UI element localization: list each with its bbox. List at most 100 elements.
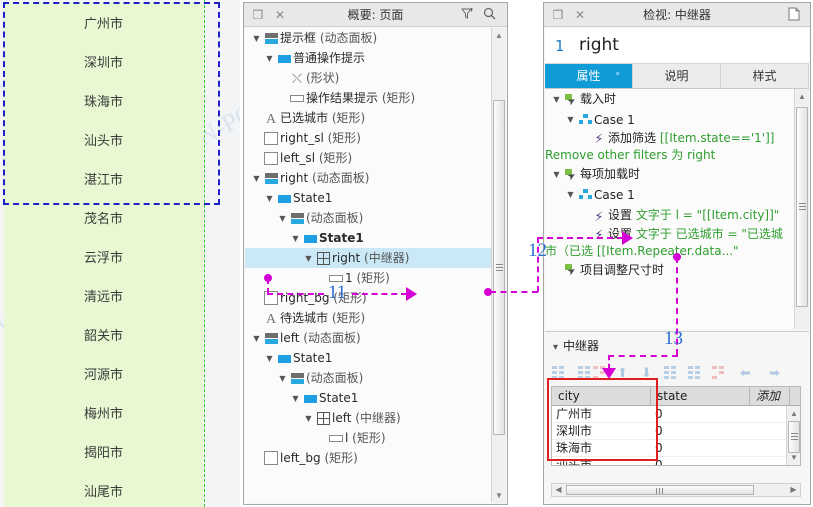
scroll-up-arrow[interactable]: ▲: [795, 89, 809, 104]
insert-row-icon[interactable]: [687, 365, 702, 380]
outline-tree-node[interactable]: ▼ State1: [245, 188, 492, 208]
inspector-panel[interactable]: ❒ ✕ 检视: 中继器 1 right 属性 * 说明 样式 ▼ 载入时 ▼ Case 1 ⚡…: [543, 2, 811, 505]
outline-tree-node[interactable]: ▼ State1: [245, 228, 492, 248]
expand-triangle-icon[interactable]: ▼: [290, 389, 301, 409]
expand-triangle-icon[interactable]: ▼: [303, 249, 314, 269]
city-item[interactable]: 韶关市: [4, 326, 203, 348]
outline-tree-node[interactable]: left_bg (矩形): [245, 448, 492, 468]
inspector-scroll-thumb[interactable]: [796, 107, 808, 307]
outline-tree-node[interactable]: ▼ 提示框 (动态面板): [245, 28, 492, 48]
outline-tree-node[interactable]: 操作结果提示 (矩形): [245, 88, 492, 108]
chevron-down-icon[interactable]: ▾: [553, 342, 558, 353]
tab-properties[interactable]: 属性 *: [545, 64, 633, 88]
inspector-tabs[interactable]: 属性 * 说明 样式: [545, 64, 809, 89]
filter-icon[interactable]: [459, 7, 475, 23]
repeater-table-row[interactable]: 深圳市 0: [552, 423, 800, 440]
interaction-node[interactable]: ▼ 载入时: [545, 89, 794, 110]
outline-tree[interactable]: ▼ 提示框 (动态面板) ▼ 普通操作提示 ⛌ (形状) 操作结果提示 (矩形) A 已选城市…: [245, 28, 492, 503]
repeater-column-header[interactable]: 添加: [750, 387, 790, 405]
outline-panel[interactable]: ❒ ✕ 概要: 页面 ▼ 提示框 (动态面板) ▼ 普通操作提示 ⛌ (形状) 操作结果提…: [243, 2, 508, 505]
hscroll-thumb[interactable]: [566, 485, 754, 495]
search-icon[interactable]: [481, 7, 497, 23]
repeater-toolbar[interactable]: ⬆ ⬇ ⬅ ➡: [551, 365, 803, 383]
expand-triangle-icon[interactable]: ▼: [290, 229, 301, 249]
outline-tree-node[interactable]: 1 (矩形): [245, 268, 492, 288]
repeater-column-header[interactable]: state: [651, 387, 750, 405]
expand-triangle-icon[interactable]: ▼: [251, 29, 262, 49]
cell-add[interactable]: [750, 406, 790, 422]
outline-tree-node[interactable]: ▼ 普通操作提示: [245, 48, 492, 68]
expand-triangle-icon[interactable]: ▼: [264, 49, 275, 69]
expand-triangle-icon[interactable]: ▼: [277, 209, 288, 229]
repeater-data-table[interactable]: city state 添加 广州市 0 深圳市 0 珠海市 0 汕头市 0 ▲ ▼: [551, 386, 801, 466]
repeater-section-title[interactable]: ▾ 中继器: [553, 337, 599, 354]
expand-triangle-icon[interactable]: ▼: [277, 369, 288, 389]
expand-triangle-icon[interactable]: ▼: [303, 409, 314, 429]
cell-add[interactable]: [750, 423, 790, 439]
delete-row-icon[interactable]: [711, 365, 726, 380]
cell-state[interactable]: 0: [651, 440, 750, 456]
outline-tree-node[interactable]: A 待选城市 (矩形): [245, 308, 492, 328]
outline-tree-node[interactable]: ▼ (动态面板): [245, 208, 492, 228]
outline-tree-node[interactable]: ▼ (动态面板): [245, 368, 492, 388]
city-item[interactable]: 梅州市: [4, 404, 203, 426]
interactions-tree[interactable]: ▼ 载入时 ▼ Case 1 ⚡ 添加筛选 [[Item.state=='1']] Rem…: [545, 89, 794, 329]
cell-state[interactable]: 0: [651, 406, 750, 422]
interaction-node[interactable]: ⚡ 设置 文字于 l = "[[Item.city]]": [545, 205, 794, 226]
cell-city[interactable]: 广州市: [552, 406, 651, 422]
outline-tree-node[interactable]: ▼ right (中继器): [245, 248, 492, 268]
outline-tree-node[interactable]: ▼ State1: [245, 348, 492, 368]
outline-tree-node[interactable]: ▼ right (动态面板): [245, 168, 492, 188]
repeater-scroll-thumb[interactable]: [788, 421, 800, 453]
interaction-node[interactable]: 项目调整尺寸时: [545, 260, 794, 281]
expand-triangle-icon[interactable]: ▼: [565, 110, 576, 130]
interaction-node[interactable]: ⚡ 添加筛选 [[Item.state=='1']] Remove other f…: [545, 130, 794, 164]
delete-column-x-icon[interactable]: [592, 365, 607, 380]
cell-city[interactable]: 珠海市: [552, 440, 651, 456]
cell-add[interactable]: [750, 440, 790, 456]
outline-tree-node[interactable]: ⛌ (形状): [245, 68, 492, 88]
inspector-vertical-scrollbar[interactable]: ▲: [794, 89, 809, 329]
expand-triangle-icon[interactable]: ▼: [251, 329, 262, 349]
tab-notes[interactable]: 说明: [633, 64, 721, 88]
delete-column-icon[interactable]: [577, 365, 592, 380]
city-item[interactable]: 河源市: [4, 365, 203, 387]
city-item[interactable]: 茂名市: [4, 209, 203, 231]
move-left-icon[interactable]: ⬅: [738, 365, 753, 380]
cell-add[interactable]: [750, 457, 790, 465]
interaction-node[interactable]: ▼ Case 1: [545, 185, 794, 206]
expand-triangle-icon[interactable]: ▼: [551, 165, 562, 185]
cell-city[interactable]: 汕头市: [552, 457, 651, 465]
scroll-up-arrow[interactable]: ▲: [787, 406, 800, 421]
move-up-icon[interactable]: ⬆: [615, 365, 630, 380]
cell-state[interactable]: 0: [651, 423, 750, 439]
outline-tree-node[interactable]: ▼ left (中继器): [245, 408, 492, 428]
scroll-down-arrow[interactable]: ▼: [787, 450, 800, 465]
outline-tree-node[interactable]: l (矩形): [245, 428, 492, 448]
expand-triangle-icon[interactable]: ▼: [565, 185, 576, 205]
outline-tree-node[interactable]: ▼ State1: [245, 388, 492, 408]
page-icon[interactable]: [786, 7, 802, 23]
outline-tree-node[interactable]: right_bg (矩形): [245, 288, 492, 308]
scroll-up-arrow[interactable]: ▲: [492, 28, 506, 43]
repeater-data-section[interactable]: ▾ 中继器 ⬆ ⬇ ⬅ ➡ city state 添加 广州市 0 深圳市 0 珠海市 0 汕头市…: [545, 331, 809, 503]
tab-style[interactable]: 样式: [721, 64, 809, 88]
repeater-table-body[interactable]: 广州市 0 深圳市 0 珠海市 0 汕头市 0: [552, 406, 800, 465]
repeater-table-row[interactable]: 广州市 0: [552, 406, 800, 423]
move-right-icon[interactable]: ➡: [767, 365, 782, 380]
repeater-vertical-scrollbar[interactable]: ▲ ▼: [786, 406, 800, 465]
expand-triangle-icon[interactable]: ▼: [551, 90, 562, 110]
repeater-table-row[interactable]: 珠海市 0: [552, 440, 800, 457]
cell-state[interactable]: 0: [651, 457, 750, 465]
expand-triangle-icon[interactable]: ▼: [251, 169, 262, 189]
repeater-table-row[interactable]: 汕头市 0: [552, 457, 800, 465]
outline-vertical-scrollbar[interactable]: ▲ ▼: [491, 28, 506, 503]
outline-tree-node[interactable]: A 已选城市 (矩形): [245, 108, 492, 128]
add-column-icon[interactable]: [551, 365, 566, 380]
expand-triangle-icon[interactable]: ▼: [264, 189, 275, 209]
city-item[interactable]: 清远市: [4, 287, 203, 309]
scroll-left-arrow[interactable]: ◀: [552, 484, 565, 496]
repeater-horizontal-scrollbar[interactable]: ◀ ▶: [551, 483, 801, 497]
city-item[interactable]: 云浮市: [4, 248, 203, 270]
outline-tree-node[interactable]: ▼ left (动态面板): [245, 328, 492, 348]
